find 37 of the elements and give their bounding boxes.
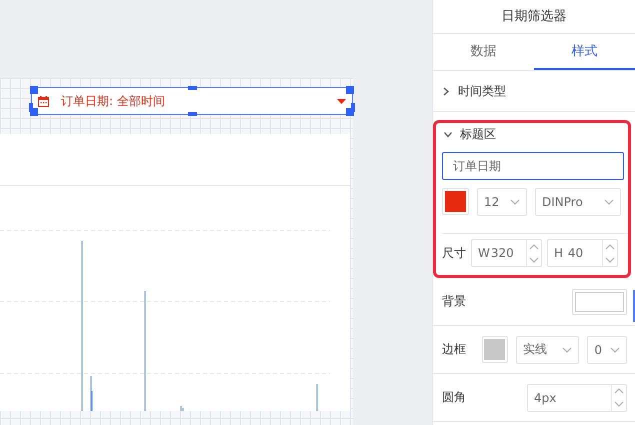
color-swatch[interactable] — [442, 188, 469, 215]
font-size-select[interactable]: 12 — [477, 188, 527, 216]
border-width-select[interactable]: 0 — [587, 336, 627, 364]
chevron-icon[interactable] — [443, 86, 449, 96]
stepper-up-icon[interactable] — [605, 244, 615, 250]
border-label: 边框 — [442, 341, 467, 358]
chevron-icon[interactable] — [444, 131, 452, 137]
radius-input[interactable]: 4px — [527, 384, 627, 412]
width-input[interactable]: W320 — [471, 239, 542, 267]
section-title[interactable]: 时间类型 — [458, 82, 506, 100]
chevron-down-icon — [604, 199, 614, 205]
caret-icon — [337, 98, 346, 104]
title-input-field[interactable]: 订单日期 — [442, 152, 624, 180]
resize-handle[interactable] — [30, 86, 38, 94]
stepper-down-icon[interactable] — [614, 401, 624, 407]
resize-handle[interactable] — [346, 86, 354, 94]
resize-handle[interactable] — [188, 112, 197, 116]
stepper-up-icon[interactable] — [529, 244, 539, 250]
calendar-icon — [38, 96, 49, 106]
background-color-swatch[interactable] — [572, 288, 627, 314]
stepper-down-icon[interactable] — [529, 256, 539, 262]
height-input[interactable]: H 40 — [547, 239, 618, 267]
radius-label: 圆角 — [442, 389, 467, 406]
resize-handle[interactable] — [188, 86, 197, 90]
background-label: 背景 — [442, 293, 467, 310]
chevron-down-icon — [610, 346, 620, 352]
stepper-down-icon[interactable] — [605, 256, 615, 262]
chevron-down-icon — [510, 199, 520, 205]
border-style-select[interactable]: 实线 — [516, 336, 580, 364]
size-label: 尺寸 — [442, 244, 466, 262]
filter-label: 订单日期: 全部时间 — [61, 92, 166, 110]
font-family-select[interactable]: DINPro — [535, 188, 621, 216]
stepper-up-icon[interactable] — [614, 388, 624, 394]
date-filter-widget[interactable]: 订单日期: 全部时间 — [31, 87, 353, 115]
border-color-swatch[interactable] — [482, 336, 508, 363]
chevron-down-icon — [562, 346, 572, 352]
section-title[interactable]: 标题区 — [460, 126, 496, 142]
